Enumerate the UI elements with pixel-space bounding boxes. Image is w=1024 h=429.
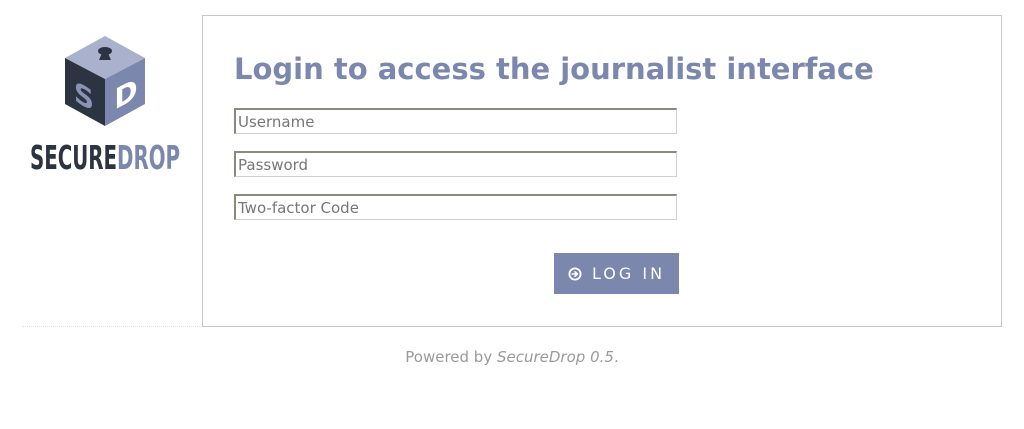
- login-button[interactable]: LOG IN: [554, 253, 679, 294]
- two-factor-code-input[interactable]: [234, 194, 677, 220]
- footer-product: SecureDrop 0.5: [496, 348, 614, 366]
- footer-prefix: Powered by: [405, 348, 497, 366]
- left-divider: [22, 326, 202, 327]
- login-panel: Login to access the journalist interface…: [202, 15, 1002, 327]
- password-input[interactable]: [234, 151, 677, 177]
- login-button-label: LOG IN: [591, 264, 666, 283]
- username-input[interactable]: [234, 108, 677, 134]
- logo-text-secure: SECURE: [30, 138, 117, 177]
- securedrop-logo: S D SECUREDROP: [22, 28, 202, 178]
- page-title: Login to access the journalist interface: [234, 52, 874, 86]
- securedrop-logo-icon: S D SECUREDROP: [30, 36, 180, 177]
- page: S D SECUREDROP Login to access the journ…: [0, 0, 1024, 429]
- footer-suffix: .: [613, 348, 619, 366]
- arrow-circle-right-icon: [568, 267, 582, 281]
- svg-text:SECUREDROP: SECUREDROP: [30, 138, 180, 177]
- logo-text-drop: DROP: [117, 138, 180, 177]
- footer: Powered by SecureDrop 0.5.: [0, 348, 1024, 366]
